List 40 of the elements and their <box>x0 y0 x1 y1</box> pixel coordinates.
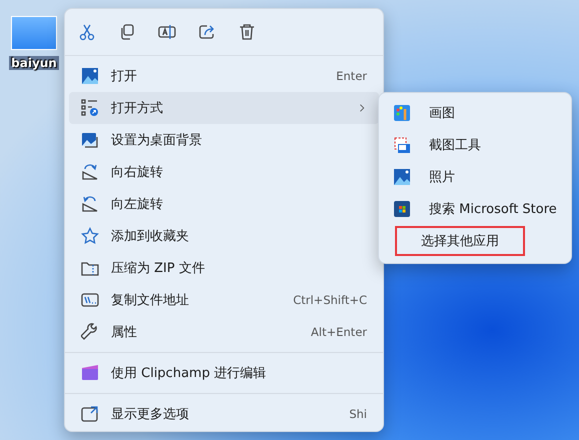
shortcut-text: Shi <box>349 407 367 421</box>
shortcut-text: Ctrl+Shift+C <box>293 293 367 307</box>
submenu-item[interactable]: 截图工具 <box>383 129 567 161</box>
share-icon <box>198 23 216 41</box>
shortcut-text: Enter <box>336 69 367 83</box>
file-name[interactable]: baiyun <box>9 56 59 70</box>
menu-item[interactable]: 复制文件地址 Ctrl+Shift+C <box>69 284 379 316</box>
expand-icon <box>81 405 99 423</box>
file-thumbnail[interactable] <box>11 16 57 50</box>
clipchamp-icon <box>81 364 99 382</box>
store-icon <box>393 200 411 218</box>
chevron-right-icon <box>357 103 367 113</box>
menu-item[interactable]: 属性 Alt+Enter <box>69 316 379 348</box>
star-icon <box>81 227 99 245</box>
trash-icon <box>238 23 256 41</box>
submenu-item[interactable]: 搜索 Microsoft Store <box>383 193 567 225</box>
submenu-item[interactable]: 画图 <box>383 97 567 129</box>
menu-item[interactable]: 打开 Enter <box>69 60 379 92</box>
copy-path-icon <box>81 291 99 309</box>
menu-item[interactable]: 添加到收藏夹 <box>69 220 379 252</box>
menu-item[interactable]: 向右旋转 <box>69 156 379 188</box>
menu-item[interactable]: 设置为桌面背景 <box>69 124 379 156</box>
rotate-left-icon <box>81 195 99 213</box>
wrench-icon <box>81 323 99 341</box>
menu-item[interactable]: 向左旋转 <box>69 188 379 220</box>
rename-icon <box>158 23 176 41</box>
menu-item[interactable]: 显示更多选项 Shi <box>69 398 379 430</box>
menu-item[interactable]: 压缩为 ZIP 文件 <box>69 252 379 284</box>
paint-icon <box>393 104 411 122</box>
photo-icon <box>81 67 99 85</box>
shortcut-text: Alt+Enter <box>310 325 367 339</box>
open-with-icon <box>81 99 99 117</box>
photo-icon <box>393 168 411 186</box>
menu-item[interactable]: 打开方式 <box>69 92 379 124</box>
menu-item[interactable]: 使用 Clipchamp 进行编辑 <box>69 357 379 389</box>
rotate-right-icon <box>81 163 99 181</box>
snipping-tool-icon <box>393 136 411 154</box>
cut-icon <box>78 23 96 41</box>
submenu-item[interactable]: 照片 <box>383 161 567 193</box>
wallpaper-icon <box>81 131 99 149</box>
